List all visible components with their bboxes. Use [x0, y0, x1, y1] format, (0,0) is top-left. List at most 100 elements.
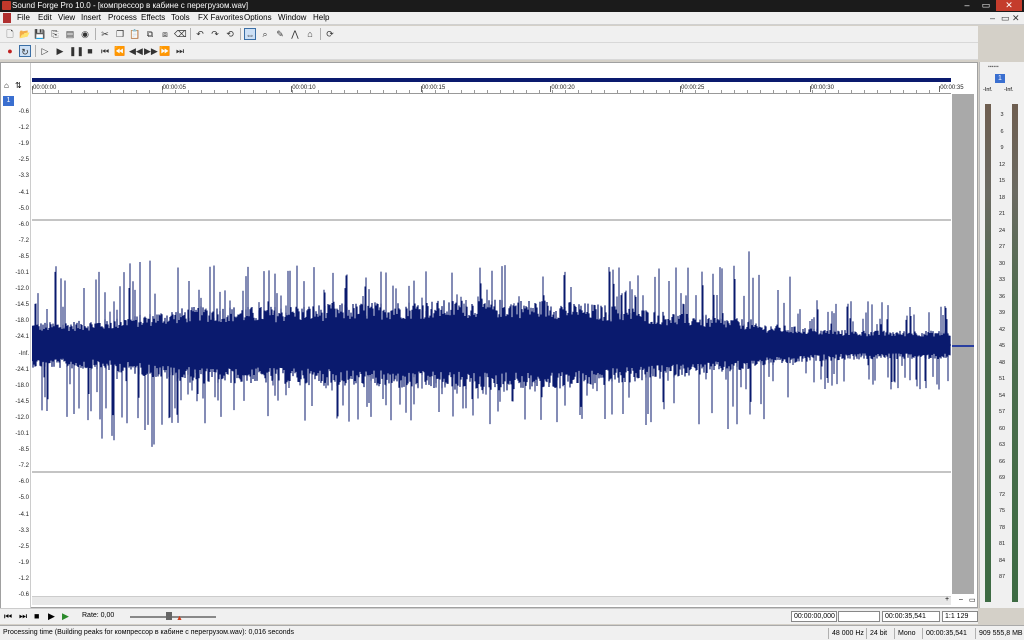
close-button[interactable]: ✕ [996, 0, 1022, 11]
channel-mode: Mono [894, 628, 922, 639]
go-start-icon[interactable]: ⏮ [99, 45, 111, 57]
delete-icon[interactable]: ⌫ [174, 28, 187, 40]
db-label: -0.6 [18, 592, 29, 598]
zoom-ratio-field[interactable]: 1:1 129 [942, 611, 978, 622]
menu-tools[interactable]: Tools [171, 13, 190, 22]
meter-ch1-peak[interactable]: -Inf. [983, 87, 992, 93]
rate-slider-thumb[interactable] [166, 612, 172, 620]
time-minor-tick [162, 90, 163, 93]
db-label: -4.1 [18, 189, 29, 196]
db-label: -18.0 [15, 318, 29, 325]
mdi-minimize-button[interactable]: – [990, 13, 995, 23]
previous-marker-icon[interactable]: ⏪ [114, 45, 126, 57]
zoom-level-icon[interactable]: ▭ [969, 596, 976, 604]
menu-effects[interactable]: Effects [141, 13, 165, 22]
meter-scale-label: 69 [998, 475, 1006, 481]
trim-icon[interactable]: ⧈ [159, 28, 171, 40]
menu-process[interactable]: Process [108, 13, 137, 22]
go-end-icon[interactable]: ⏭ [19, 611, 27, 622]
horizontal-scrollbar[interactable] [32, 596, 951, 605]
zoom-in-icon[interactable]: + [945, 596, 949, 603]
zoom-out-icon[interactable]: – [959, 596, 963, 603]
time-minor-tick [669, 90, 670, 93]
play-all-icon[interactable]: ▶ [62, 611, 69, 622]
app-icon [2, 1, 11, 10]
time-minor-tick [825, 90, 826, 93]
menu-fx-favorites[interactable]: FX Favorites [198, 13, 243, 22]
play-icon[interactable]: ▶ [54, 45, 66, 57]
menu-window[interactable]: Window [278, 13, 306, 22]
save-icon[interactable]: 💾 [34, 28, 46, 40]
time-minor-tick [409, 90, 410, 93]
time-label: 00:00:20 [551, 85, 575, 91]
copy-icon[interactable]: ❐ [114, 28, 126, 40]
loop-icon[interactable]: ↻ [19, 45, 31, 57]
channel-number-badge[interactable]: 1 [3, 96, 14, 106]
time-minor-tick [279, 90, 280, 93]
db-label: -18.0 [15, 382, 29, 389]
properties-icon[interactable]: ◉ [79, 28, 91, 40]
selection-length-field[interactable]: 00:00:35,541 [882, 611, 940, 622]
record-icon[interactable]: ● [4, 45, 16, 57]
go-end-icon[interactable]: ⏭ [174, 45, 186, 57]
menu-insert[interactable]: Insert [81, 13, 101, 22]
redo-icon[interactable]: ↷ [209, 28, 221, 40]
mdi-close-button[interactable]: ✕ [1012, 13, 1020, 24]
time-minor-tick [786, 90, 787, 93]
menu-edit[interactable]: Edit [38, 13, 52, 22]
forward-icon[interactable]: ▶▶ [144, 45, 158, 57]
envelope-tool-icon[interactable]: ⋀ [289, 28, 301, 40]
time-label: 00:00:35 [940, 85, 964, 91]
play-all-icon[interactable]: ▷ [39, 45, 51, 57]
time-minor-tick [71, 90, 72, 93]
meter-scale-label: 24 [998, 227, 1006, 234]
pencil-tool-icon[interactable]: ✎ [274, 28, 286, 40]
menu-help[interactable]: Help [313, 13, 329, 22]
zoom-fit-icon[interactable]: ⇅ [15, 81, 22, 90]
undo-icon[interactable]: ↶ [194, 28, 206, 40]
time-minor-tick [916, 90, 917, 93]
play-icon[interactable]: ▶ [48, 611, 55, 622]
cut-icon[interactable]: ✂ [99, 28, 111, 40]
save-as-icon[interactable]: ⎘ [49, 28, 61, 40]
waveform-display[interactable] [32, 94, 951, 594]
toolbar-separator [240, 28, 241, 40]
minimize-button[interactable]: – [958, 0, 976, 11]
db-label: -1.2 [18, 575, 29, 582]
meter-scale-label: 51 [998, 376, 1006, 382]
undo-all-icon[interactable]: ⟲ [224, 28, 236, 40]
time-minor-tick [617, 90, 618, 93]
maximize-button[interactable]: ▭ [977, 0, 995, 11]
selection-start-field[interactable]: 00:00:00,000 [791, 611, 837, 622]
stop-icon[interactable]: ■ [34, 611, 39, 621]
home-icon[interactable]: ⌂ [4, 81, 9, 90]
menu-file[interactable]: File [17, 13, 30, 22]
selection-end-field[interactable] [838, 611, 880, 622]
menu-view[interactable]: View [58, 13, 75, 22]
stop-icon[interactable]: ■ [84, 45, 96, 57]
new-icon[interactable]: 🗋 [4, 28, 16, 40]
next-marker-icon[interactable]: ⏩ [159, 45, 171, 57]
time-minor-tick [32, 90, 33, 93]
open-icon[interactable]: 📂 [19, 28, 31, 40]
edit-tool-icon[interactable]: ⇔ [244, 28, 256, 40]
rate-slider[interactable] [130, 612, 216, 620]
mdi-restore-button[interactable]: ▭ [1001, 13, 1010, 24]
pause-icon[interactable]: ❚❚ [69, 45, 84, 57]
event-tool-icon[interactable]: ⌂ [304, 28, 316, 40]
magnify-tool-icon[interactable]: ⌕ [259, 28, 271, 40]
go-start-icon[interactable]: ⏮ [4, 611, 12, 622]
time-ruler[interactable]: 00:00:00 00:00:05 00:00:10 00:00:15 00:00:20… [32, 82, 964, 94]
time-minor-tick [487, 90, 488, 93]
paste-icon[interactable]: 📋 [129, 28, 141, 40]
rewind-icon[interactable]: ◀◀ [129, 45, 143, 57]
time-minor-tick [864, 90, 865, 93]
time-minor-tick [318, 90, 319, 93]
meter-bar-left [985, 104, 991, 602]
ripple-icon[interactable]: ⟳ [324, 28, 336, 40]
meter-ch2-peak[interactable]: -Inf. [1004, 87, 1013, 93]
render-icon[interactable]: ▤ [64, 28, 76, 40]
menu-options[interactable]: Options [244, 13, 272, 22]
time-minor-tick [84, 90, 85, 93]
paste-special-icon[interactable]: ⧉ [144, 28, 156, 40]
